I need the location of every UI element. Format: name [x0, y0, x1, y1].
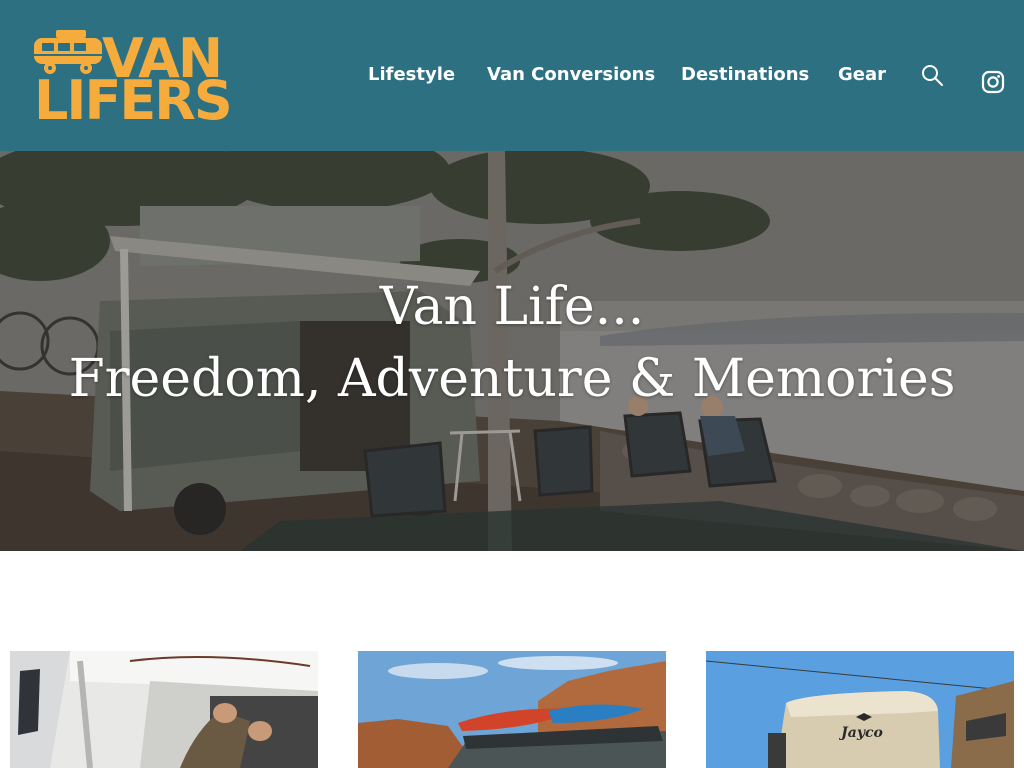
- van-interior-wiring-photo: [10, 651, 318, 768]
- svg-text:Jayco: Jayco: [838, 725, 883, 741]
- hero-title-line-1: Van Life...: [379, 277, 645, 337]
- search-icon[interactable]: [920, 63, 944, 87]
- hero-title-line-2: Freedom, Adventure & Memories: [68, 349, 956, 409]
- nav-item-lifestyle[interactable]: Lifestyle: [368, 62, 455, 88]
- article-card-jayco-trailer[interactable]: Jayco: [706, 651, 1014, 768]
- article-card-van-interior[interactable]: [10, 651, 318, 768]
- nav-item-destinations[interactable]: Destinations: [681, 62, 809, 88]
- logo-text-lifers: LIFERS: [34, 69, 233, 132]
- site-header: VAN LIFERS Lifestyle Van Conversions Des…: [0, 0, 1024, 151]
- hero-banner: Van Life... Freedom, Adventure & Memorie…: [0, 151, 1024, 551]
- instagram-icon[interactable]: [981, 70, 1005, 94]
- van-with-kayaks-photo: [358, 651, 666, 768]
- nav-item-van-conversions[interactable]: Van Conversions: [487, 62, 655, 88]
- van-logo-icon: [34, 30, 102, 74]
- jayco-trailer-photo: Jayco: [706, 651, 1014, 768]
- site-logo[interactable]: VAN LIFERS: [32, 26, 312, 130]
- article-card-van-kayaks[interactable]: [358, 651, 666, 768]
- nav-item-gear[interactable]: Gear: [838, 62, 886, 88]
